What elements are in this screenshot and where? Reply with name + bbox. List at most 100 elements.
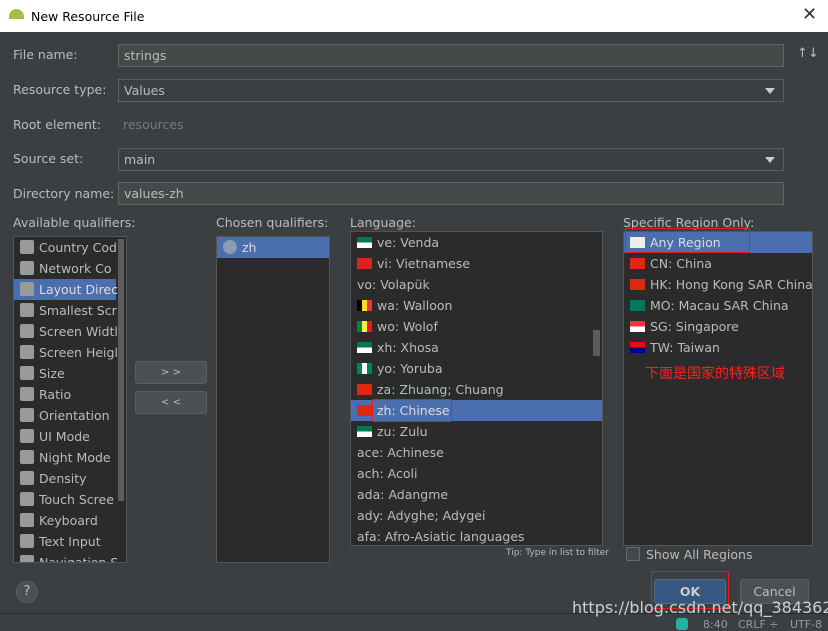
list-item[interactable]: ve: Venda [351,232,602,253]
moon-icon [20,450,34,464]
chevron-down-icon [765,157,775,163]
list-item[interactable]: zh [217,237,329,258]
list-item[interactable]: vo: Volapük [351,274,602,295]
scrollbar[interactable] [593,330,600,356]
show-all-regions-label[interactable]: Show All Regions [646,547,752,562]
list-item-label: Density [39,471,87,486]
list-item[interactable]: ach: Acoli [351,463,602,484]
width-icon [20,324,34,338]
list-item-label: vi: Vietnamese [377,256,471,271]
list-item[interactable]: xh: Xhosa [351,337,602,358]
flag-icon [630,321,645,332]
add-qualifier-button[interactable]: > > [135,361,207,384]
list-item[interactable]: MO: Macau SAR China [624,295,812,316]
flag-icon [357,237,372,248]
sim-icon [20,240,34,254]
list-item-label: Layout Direc [39,282,118,297]
list-item[interactable]: Orientation [14,405,116,426]
list-item[interactable]: yo: Yoruba [351,358,602,379]
window-title: New Resource File [31,9,145,24]
source-set-value: main [124,152,156,167]
list-item[interactable]: HK: Hong Kong SAR China [624,274,812,295]
list-item[interactable]: ady: Adyghe; Adygei [351,505,602,526]
scrollbar[interactable] [118,239,124,501]
list-item[interactable]: SG: Singapore [624,316,812,337]
list-item[interactable]: zu: Zulu [351,421,602,442]
flag-icon [357,363,372,374]
list-item[interactable]: Ratio [14,384,116,405]
list-item[interactable]: Night Mode [14,447,116,468]
region-list[interactable]: TW: Taiwan SG: Singapore MO: Macau SAR Chi… [623,231,813,546]
list-item[interactable]: vi: Vietnamese [351,253,602,274]
list-item-label: ach: Acoli [357,466,418,481]
list-item[interactable]: UI Mode [14,426,116,447]
sort-icon[interactable]: ↑↓ [797,46,819,61]
cursor-position[interactable]: 8:40 [703,618,728,631]
list-item-label: HK: Hong Kong SAR China [650,277,813,292]
root-element-label: Root element: [13,117,102,132]
help-button[interactable]: ? [16,581,38,603]
flag-icon [357,384,372,395]
list-item[interactable]: Size [14,363,116,384]
directory-name-input[interactable]: values-zh [118,182,784,205]
encoding[interactable]: UTF-8 [790,618,822,631]
highlight-box [625,228,750,253]
list-item[interactable]: wo: Wolof [351,316,602,337]
orientation-icon [20,408,34,422]
list-item[interactable]: Country Cod [14,237,117,258]
file-name-input[interactable]: strings [118,44,784,67]
language-list[interactable]: afa: Afro-Asiatic languages ady: Adyghe; … [350,231,603,546]
list-item[interactable]: Screen Widtl [14,321,118,342]
list-item[interactable]: TW: Taiwan [624,337,812,358]
source-set-dropdown[interactable]: main [118,148,784,171]
list-item-label: Ratio [39,387,72,402]
flag-icon [630,279,645,290]
list-item[interactable]: Navigation S [14,552,118,562]
list-item-label: SG: Singapore [650,319,739,334]
list-item-label: wa: Walloon [377,298,453,313]
list-item[interactable]: Keyboard [14,510,116,531]
arrow-left-icon [20,282,34,296]
list-item-label: UI Mode [39,429,90,444]
list-item-label: Network Co [39,261,112,276]
list-item[interactable]: Network Co [14,258,116,279]
list-item[interactable]: wa: Walloon [351,295,602,316]
density-icon [20,471,34,485]
list-item-label: Orientation [39,408,110,423]
list-item[interactable]: Density [14,468,116,489]
available-qualifiers-list[interactable]: Navigation S Text Input Keyboard Touch Scre… [13,236,127,563]
list-item[interactable]: ace: Achinese [351,442,602,463]
list-item[interactable]: afa: Afro-Asiatic languages [351,526,602,545]
remove-qualifier-button[interactable]: < < [135,391,207,414]
list-item-label: wo: Wolof [377,319,438,334]
list-item[interactable]: Text Input [14,531,116,552]
line-separator[interactable]: CRLF ÷ [738,618,779,631]
list-item-label: za: Zhuang; Chuang [377,382,504,397]
list-item[interactable]: Smallest Scr [14,300,117,321]
list-item[interactable]: CN: China [624,253,812,274]
title-bar: New Resource File ✕ [0,0,828,32]
list-item-label: zh [242,240,257,255]
flag-icon [357,300,372,311]
list-item[interactable]: Screen Heigl [14,342,118,363]
source-set-label: Source set: [13,151,84,166]
language-label: Language: [350,215,416,230]
close-icon[interactable]: ✕ [802,4,817,25]
touch-icon [20,492,34,506]
list-item-label: vo: Volapük [357,277,430,292]
show-all-regions-checkbox[interactable] [626,547,640,561]
list-item-label: Night Mode [39,450,111,465]
resource-type-dropdown[interactable]: Values [118,79,784,102]
list-item[interactable]: Layout Direc [14,279,118,300]
list-item-label: Country Cod [39,240,117,255]
flag-icon [357,258,372,269]
chosen-qualifiers-list[interactable]: zh [216,236,330,563]
list-item[interactable]: Touch Scree [14,489,116,510]
filter-tip: Tip: Type in list to filter [506,548,609,558]
flag-icon [357,405,372,416]
height-icon [20,345,34,359]
flag-icon [630,258,645,269]
list-item[interactable]: za: Zhuang; Chuang [351,379,602,400]
highlight-box [372,399,452,422]
list-item[interactable]: ada: Adangme [351,484,602,505]
